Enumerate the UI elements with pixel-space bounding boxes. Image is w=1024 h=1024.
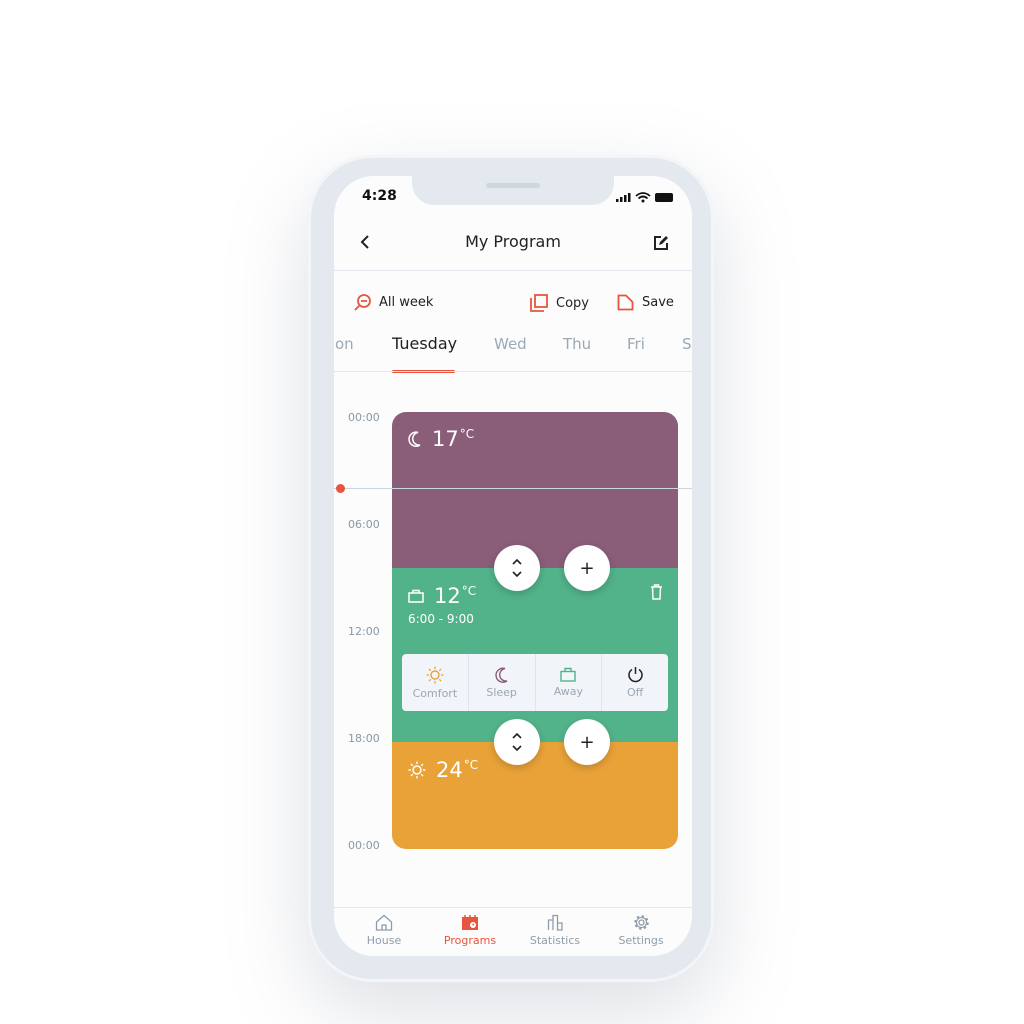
segment-comfort[interactable]: 24°C <box>392 742 678 849</box>
time-label: 12:00 <box>348 625 380 638</box>
time-label: 06:00 <box>348 518 380 531</box>
divider <box>334 270 692 271</box>
segment-sleep[interactable]: 17°C <box>392 412 678 568</box>
moon-icon <box>494 667 508 683</box>
add-segment-button[interactable]: + <box>564 545 610 591</box>
nav-statistics[interactable]: Statistics <box>512 914 598 947</box>
speaker <box>486 183 540 188</box>
nav-house[interactable]: House <box>341 914 427 947</box>
nav-programs[interactable]: Programs <box>427 914 513 947</box>
chevron-up-down-icon <box>512 558 522 578</box>
tab-sat[interactable]: Sat <box>682 335 692 353</box>
resize-handle[interactable] <box>494 545 540 591</box>
divider <box>334 371 692 372</box>
zoom-out-icon <box>354 294 371 311</box>
calendar-icon <box>462 915 478 930</box>
divider <box>334 907 692 908</box>
plus-icon: + <box>579 731 595 753</box>
time-label: 00:00 <box>348 411 380 424</box>
copy-icon <box>530 294 548 312</box>
tab-wed[interactable]: Wed <box>494 335 527 353</box>
notch <box>412 176 614 205</box>
time-label: 18:00 <box>348 732 380 745</box>
tab-fri[interactable]: Fri <box>627 335 645 353</box>
save-button[interactable]: Save <box>617 294 674 311</box>
temperature: 17°C <box>432 427 475 451</box>
sun-icon <box>426 666 444 683</box>
plus-icon: + <box>579 557 595 579</box>
copy-button[interactable]: Copy <box>530 294 589 312</box>
time-label: 00:00 <box>348 839 380 852</box>
mode-comfort[interactable]: Comfort <box>402 654 469 711</box>
mode-away[interactable]: Away <box>536 654 603 711</box>
briefcase-icon <box>560 667 577 682</box>
mode-sleep[interactable]: Sleep <box>469 654 536 711</box>
temperature: 24°C <box>436 758 479 782</box>
bar-chart-icon <box>547 914 563 931</box>
house-icon <box>375 914 393 931</box>
tab-tuesday[interactable]: Tuesday <box>392 334 457 353</box>
chevron-up-down-icon <box>512 732 522 752</box>
screen: 4:28 My Program All week Copy Save Mon T… <box>334 176 692 956</box>
tab-mon[interactable]: Mon <box>334 335 354 353</box>
time-range: 6:00 - 9:00 <box>408 612 474 626</box>
moon-icon <box>408 431 421 447</box>
mode-off[interactable]: Off <box>602 654 668 711</box>
page-title: My Program <box>465 232 561 251</box>
current-time-dot <box>336 484 345 493</box>
mode-picker: Comfort Sleep Away Off <box>402 654 668 711</box>
tab-thu[interactable]: Thu <box>563 335 591 353</box>
schedule-card: 17°C 12°C 6:00 - 9:00 24°C <box>392 412 678 849</box>
status-time: 4:28 <box>362 188 397 204</box>
briefcase-icon <box>408 589 424 603</box>
gear-icon <box>633 915 649 930</box>
temperature: 12°C <box>434 584 477 608</box>
all-week-button[interactable]: All week <box>354 294 433 311</box>
power-icon <box>627 667 643 683</box>
sun-icon <box>408 761 426 779</box>
resize-handle[interactable] <box>494 719 540 765</box>
nav-settings[interactable]: Settings <box>598 914 684 947</box>
save-icon <box>617 294 634 311</box>
add-segment-button[interactable]: + <box>564 719 610 765</box>
edit-icon[interactable] <box>652 234 670 252</box>
trash-icon[interactable] <box>650 584 663 600</box>
current-time-line <box>334 488 692 489</box>
status-icons <box>616 192 673 203</box>
